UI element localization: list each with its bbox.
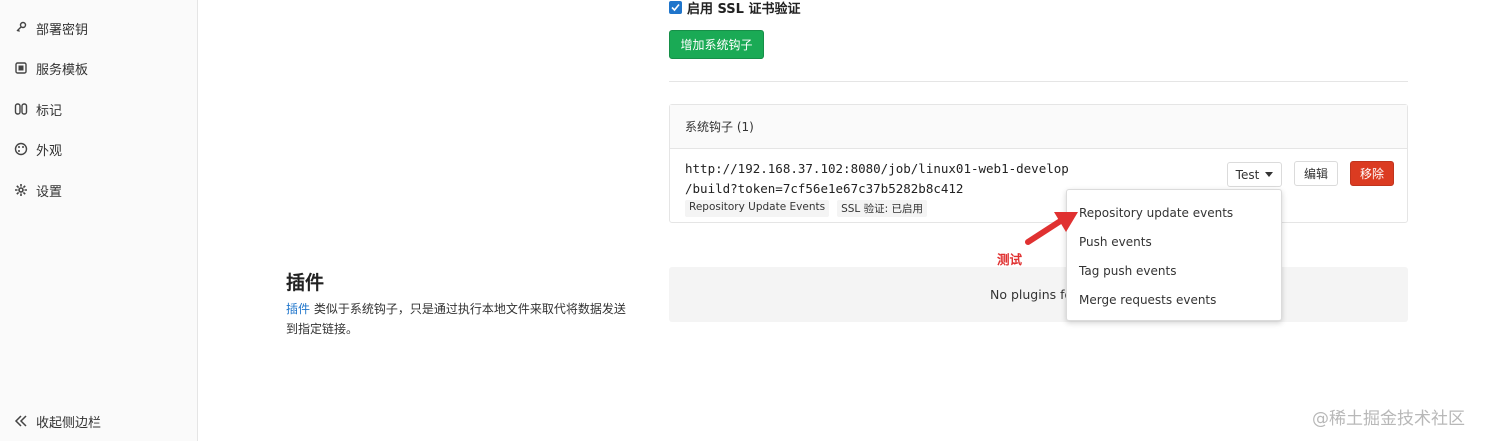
system-hooks-header: 系统钩子 (1): [670, 105, 1407, 149]
ssl-checkbox[interactable]: [669, 0, 682, 14]
ssl-verification-row[interactable]: 启用 SSL 证书验证: [669, 0, 801, 17]
palette-icon: [14, 142, 28, 156]
double-chevron-left-icon: [14, 415, 27, 427]
edit-button[interactable]: 编辑: [1294, 161, 1338, 186]
watermark: @稀土掘金技术社区: [1312, 409, 1465, 429]
hook-url-line2: /build?token=7cf56e1e67c37b5282b8c412: [685, 181, 964, 196]
sidebar-item-appearance[interactable]: 外观: [14, 137, 62, 161]
annotation-arrow-icon: [1025, 212, 1078, 245]
plugins-link[interactable]: 插件: [286, 302, 310, 316]
check-icon: [671, 3, 680, 11]
test-dropdown-button[interactable]: Test: [1227, 162, 1282, 187]
hook-url-line1: http://192.168.37.102:8080/job/linux01-w…: [685, 161, 1069, 176]
plugins-description: 插件 类似于系统钩子，只是通过执行本地文件来取代将数据发送到指定链接。: [286, 299, 636, 339]
dropdown-item-push[interactable]: Push events: [1079, 233, 1152, 251]
dropdown-item-tag-push[interactable]: Tag push events: [1079, 262, 1176, 280]
sidebar-item-label: 标记: [36, 103, 63, 119]
no-plugins-text: No plugins fo: [990, 287, 1073, 302]
divider: [669, 81, 1408, 82]
sidebar-item-labels[interactable]: 标记: [14, 97, 62, 121]
hook-badges: Repository Update Events SSL 验证: 已启用: [685, 200, 927, 217]
add-system-hook-button[interactable]: 增加系统钩子: [669, 30, 764, 59]
sidebar: 部署密钥 服务模板 标记 外观 设置 收起侧边栏: [0, 0, 198, 441]
sidebar-item-service-templates[interactable]: 服务模板: [14, 56, 88, 80]
caret-down-icon: [1265, 172, 1274, 177]
hook-url: http://192.168.37.102:8080/job/linux01-w…: [685, 159, 1069, 199]
dropdown-item-repository-update[interactable]: Repository update events: [1079, 204, 1233, 222]
sidebar-item-label: 服务模板: [36, 62, 89, 78]
sidebar-item-label: 设置: [36, 184, 63, 200]
system-hooks-panel: 系统钩子 (1) http://192.168.37.102:8080/job/…: [669, 104, 1408, 223]
key-icon: [16, 21, 27, 32]
ssl-badge: SSL 验证: 已启用: [837, 200, 927, 217]
annotation-label: 测试: [997, 252, 1023, 267]
plugins-desc-text: 类似于系统钩子，只是通过执行本地文件来取代将数据发送到指定链接。: [286, 302, 626, 336]
remove-button[interactable]: 移除: [1350, 161, 1394, 186]
ssl-label: 启用 SSL 证书验证: [687, 1, 801, 17]
collapse-sidebar-button[interactable]: 收起侧边栏: [14, 409, 101, 433]
plugins-title: 插件: [286, 272, 325, 294]
sidebar-item-label: 外观: [36, 143, 63, 159]
sidebar-item-settings[interactable]: 设置: [14, 178, 62, 202]
template-icon: [15, 62, 27, 74]
gear-icon: [15, 184, 27, 196]
sidebar-item-label: 部署密钥: [36, 22, 89, 38]
test-dropdown-menu: Repository update events Push events Tag…: [1066, 189, 1282, 321]
dropdown-item-merge-requests[interactable]: Merge requests events: [1079, 291, 1216, 309]
collapse-label: 收起侧边栏: [36, 415, 102, 431]
events-badge: Repository Update Events: [685, 200, 830, 217]
label-icon: [14, 103, 28, 115]
test-label: Test: [1235, 167, 1260, 182]
sidebar-item-deploy-keys[interactable]: 部署密钥: [14, 16, 88, 40]
